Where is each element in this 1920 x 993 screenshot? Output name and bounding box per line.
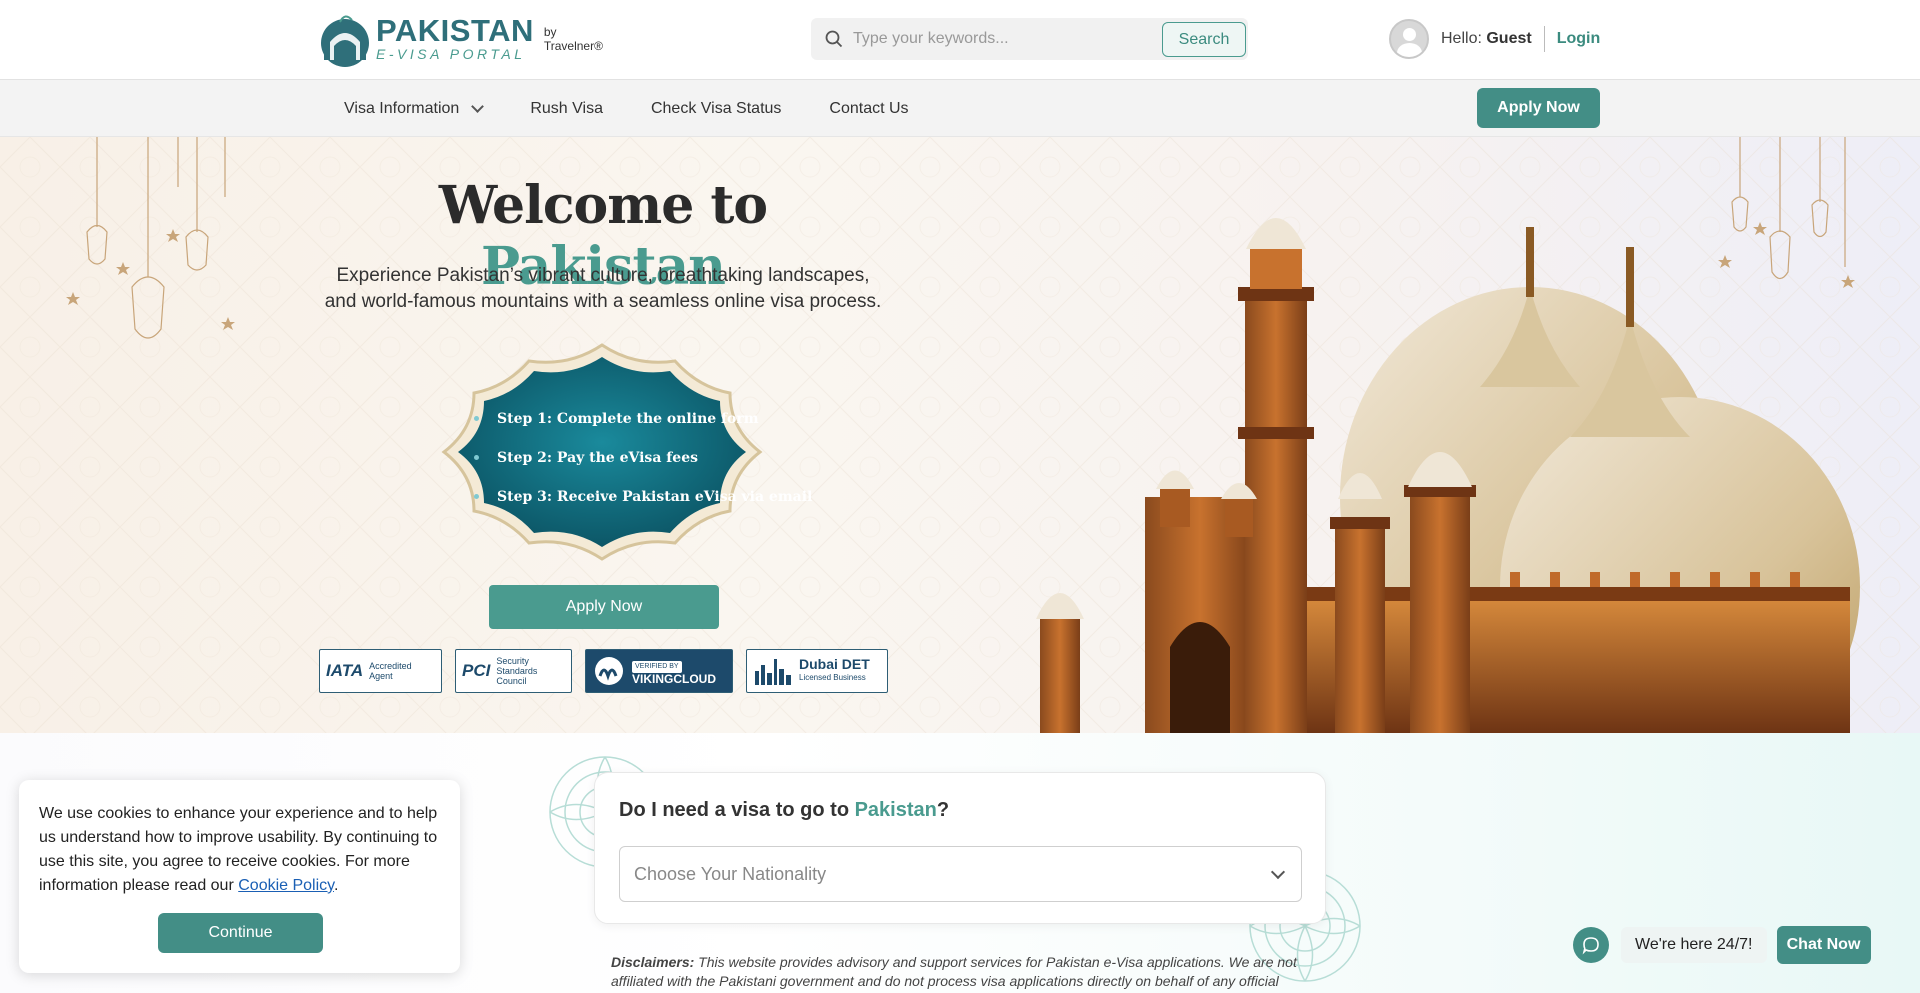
pci-badge: PCI Security Standards Council <box>455 649 572 693</box>
search-button[interactable]: Search <box>1162 22 1246 57</box>
nationality-placeholder: Choose Your Nationality <box>634 863 827 884</box>
certification-logos: IATA Accredited Agent PCI Security Stand… <box>319 649 888 693</box>
chat-bubble-icon[interactable] <box>1573 927 1609 963</box>
disclaimer-text: Disclaimers: This website provides advis… <box>611 953 1321 991</box>
user-name: Guest <box>1486 30 1532 47</box>
nav-contact-us[interactable]: Contact Us <box>805 100 932 118</box>
viking-sub: VERIFIED BY <box>632 660 682 673</box>
logo-subtitle: E-VISA PORTAL <box>376 46 526 62</box>
cookie-continue-button[interactable]: Continue <box>158 913 323 953</box>
main-nav: Visa Information Rush Visa Check Visa St… <box>320 80 933 137</box>
site-logo[interactable]: PAKISTAN E-VISA PORTAL by Travelnеr® <box>318 10 603 68</box>
login-link[interactable]: Login <box>1557 30 1601 48</box>
apply-now-header-button[interactable]: Apply Now <box>1477 88 1600 128</box>
cookie-text-end: . <box>333 877 339 894</box>
logo-by-brand: Travelnеr® <box>543 39 603 53</box>
hero-description: Experience Pakistan’s vibrant culture, b… <box>324 265 882 312</box>
pci-sub: Security Standards Council <box>496 656 538 686</box>
divider <box>1543 26 1545 52</box>
visa-question-prefix: Do I need a visa to go to <box>619 799 855 821</box>
disclaimer-label: Disclaimers: <box>611 954 695 970</box>
chat-message: We're here 24/7! <box>1621 927 1767 963</box>
logo-by: by Travelnеr® <box>544 25 603 53</box>
mosque-logo-icon <box>321 15 369 67</box>
steps-list: Step 1: Complete the online form Step 2:… <box>478 399 812 516</box>
hero-section: Welcome to Pakistan Experience Pakistan’… <box>0 137 1920 733</box>
pci-label: PCI <box>462 661 491 680</box>
nav-check-visa-status[interactable]: Check Visa Status <box>627 100 805 118</box>
main-nav-bar: Visa Information Rush Visa Check Visa St… <box>0 80 1920 137</box>
badshahi-mosque-image <box>1036 218 1860 733</box>
greeting: Hello: Guest <box>1441 30 1532 48</box>
visa-question: Do I need a visa to go to Pakistan? <box>619 799 949 822</box>
step-item-3: Step 3: Receive Pakistan eVisa via email <box>478 477 812 516</box>
apply-now-hero-button[interactable]: Apply Now <box>489 585 719 629</box>
chevron-down-icon <box>471 99 485 113</box>
nav-visa-information-label: Visa Information <box>344 99 460 117</box>
logo-title: PAKISTAN <box>376 13 534 48</box>
user-box: Hello: Guest Login <box>1389 18 1600 60</box>
greeting-label: Hello: <box>1441 30 1482 47</box>
search-icon <box>825 30 843 48</box>
visa-question-highlight: Pakistan <box>854 799 937 821</box>
iata-badge: IATA Accredited Agent <box>319 649 442 693</box>
dubai-det-badge: Dubai DET Licensed Business <box>746 649 888 693</box>
step-item-2: Step 2: Pay the eVisa fees <box>478 438 812 477</box>
vikingcloud-icon <box>595 657 623 685</box>
visa-question-suffix: ? <box>936 799 950 821</box>
step-item-1: Step 1: Complete the online form <box>478 399 812 438</box>
top-header: PAKISTAN E-VISA PORTAL by Travelnеr® Sea… <box>0 0 1920 80</box>
search-bar: Search <box>811 18 1248 60</box>
nationality-select[interactable]: Choose Your Nationality <box>619 846 1302 902</box>
iata-sub: Accredited Agent <box>369 661 412 681</box>
chat-now-button[interactable]: Chat Now <box>1776 926 1871 964</box>
iata-label: IATA <box>326 661 364 680</box>
nav-visa-information[interactable]: Visa Information <box>320 100 506 118</box>
cookie-policy-link[interactable]: Cookie Policy <box>238 877 334 894</box>
cookie-message: We use cookies to enhance your experienc… <box>39 802 440 898</box>
disclaimer-body: This website provides advisory and suppo… <box>611 954 1297 989</box>
cookie-banner: We use cookies to enhance your experienc… <box>19 780 460 973</box>
dubai-sub: Licensed Business <box>799 673 866 682</box>
logo-by-label: by <box>543 25 557 39</box>
avatar[interactable] <box>1389 19 1429 59</box>
viking-label: VIKINGCLOUD <box>632 671 716 686</box>
chevron-down-icon <box>1270 864 1286 880</box>
chat-widget: We're here 24/7! Chat Now <box>1573 926 1871 964</box>
dubai-skyline-icon <box>755 659 791 685</box>
hero-title-prefix: Welcome to <box>438 175 768 236</box>
dubai-label: Dubai DET <box>799 656 870 672</box>
vikingcloud-badge: VERIFIED BY VIKINGCLOUD <box>585 649 733 693</box>
nav-rush-visa[interactable]: Rush Visa <box>506 100 627 118</box>
visa-check-card: Do I need a visa to go to Pakistan? Choo… <box>594 772 1326 924</box>
lanterns-decor <box>66 137 235 339</box>
